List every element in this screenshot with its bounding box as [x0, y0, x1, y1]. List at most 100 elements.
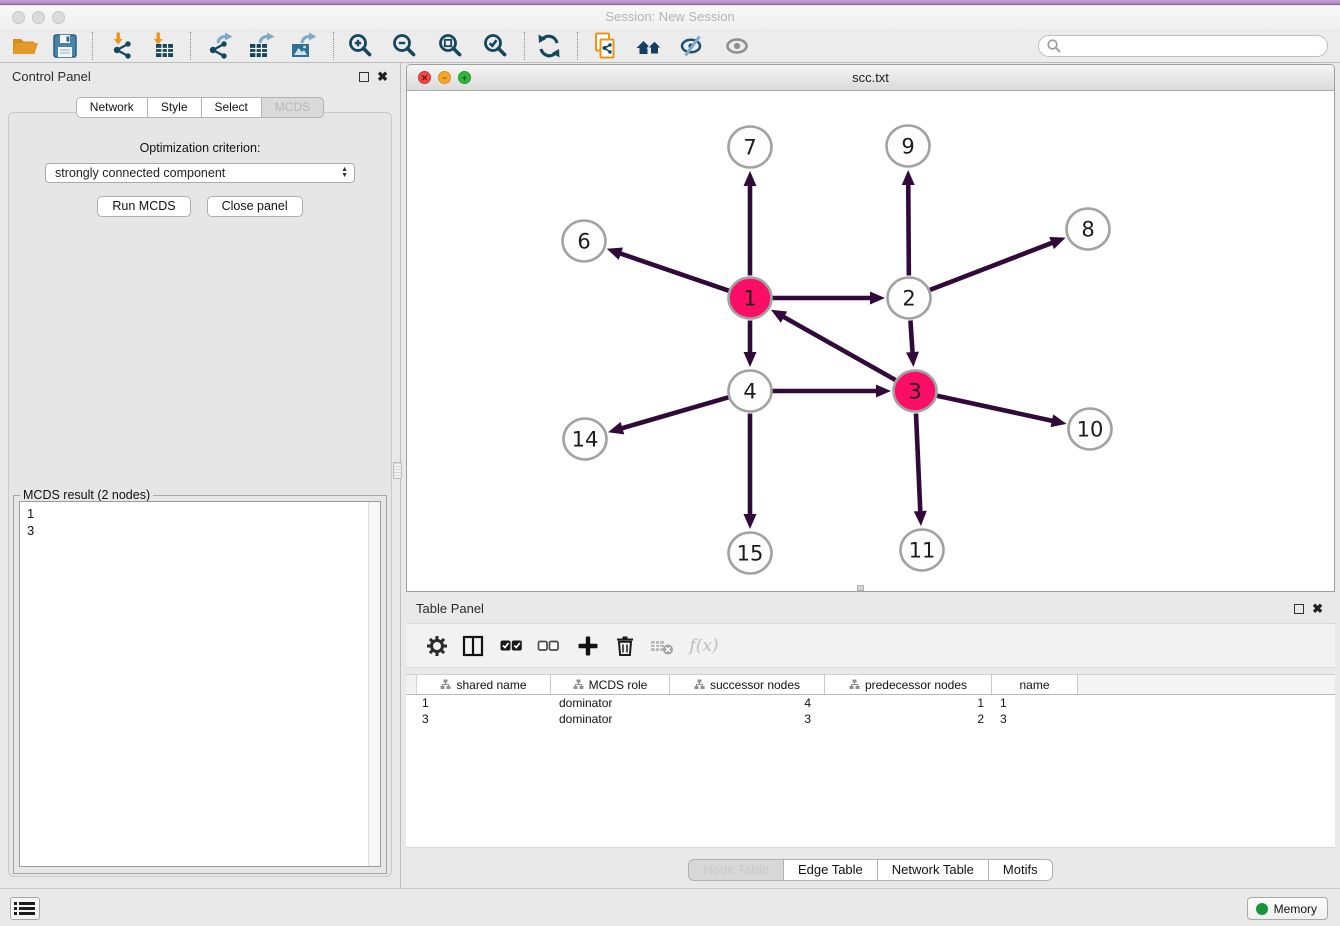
tab-edge-table[interactable]: Edge Table — [783, 859, 878, 881]
refresh-icon[interactable] — [534, 31, 564, 61]
column-header-MCDS-role[interactable]: MCDS role — [551, 675, 670, 694]
trash-icon[interactable] — [612, 633, 638, 659]
task-history-button[interactable] — [10, 897, 40, 920]
graph-node-14[interactable]: 14 — [564, 419, 607, 460]
window-title: Session: New Session — [0, 9, 1340, 24]
cell-predecessor-nodes[interactable]: 1 — [825, 696, 992, 710]
window-top-edge — [0, 0, 1340, 5]
float-table-panel-icon[interactable] — [1294, 604, 1304, 614]
node-label: 8 — [1081, 218, 1094, 242]
graph-edge-4-3[interactable] — [773, 385, 892, 398]
column-header-name[interactable]: name — [992, 675, 1078, 694]
homes-icon[interactable] — [634, 31, 664, 61]
tab-motifs[interactable]: Motifs — [988, 859, 1053, 881]
run-mcds-button[interactable]: Run MCDS — [97, 196, 190, 217]
import-table-icon[interactable] — [148, 31, 178, 61]
graph-edge-3-1[interactable] — [771, 310, 895, 380]
float-panel-icon[interactable] — [359, 72, 369, 82]
column-header-successor-nodes[interactable]: successor nodes — [670, 675, 825, 694]
panel-divider-handle[interactable] — [393, 462, 402, 479]
graph-edge-4-14[interactable] — [608, 397, 728, 434]
graph-node-2[interactable]: 2 — [888, 278, 931, 319]
export-table-icon[interactable] — [246, 31, 276, 61]
search-field[interactable] — [1038, 35, 1328, 57]
memory-button[interactable]: Memory — [1247, 897, 1328, 920]
tab-mcds[interactable]: MCDS — [261, 97, 324, 118]
show-eye-icon[interactable] — [722, 31, 752, 61]
graph-edge-2-9[interactable] — [902, 170, 915, 276]
export-image-icon[interactable] — [288, 31, 318, 61]
delete-table-icon[interactable] — [649, 633, 675, 659]
zoom-selected-icon[interactable] — [481, 31, 511, 61]
table-row[interactable]: 1dominator411 — [406, 695, 1335, 711]
graph-edge-3-11[interactable] — [914, 413, 927, 526]
column-layout-icon[interactable] — [460, 633, 486, 659]
graph-node-11[interactable]: 11 — [901, 530, 944, 571]
node-table: shared nameMCDS rolesuccessor nodesprede… — [406, 674, 1335, 848]
edge-arrowhead — [914, 511, 927, 526]
graph-edge-2-3[interactable] — [906, 320, 919, 367]
cell-successor-nodes[interactable]: 3 — [670, 712, 825, 726]
gear-icon[interactable] — [424, 633, 450, 659]
add-icon[interactable] — [575, 633, 601, 659]
cell-MCDS-role[interactable]: dominator — [551, 696, 670, 710]
graph-node-3[interactable]: 3 — [894, 371, 937, 412]
graph-edge-4-15[interactable] — [744, 414, 757, 530]
network-canvas[interactable]: 7 9 6 8 1 2 4 3 14 10 15 11 — [407, 91, 1334, 591]
column-label: name — [1019, 678, 1049, 692]
table-row[interactable]: 3dominator323 — [406, 711, 1335, 727]
zoom-in-icon[interactable] — [346, 31, 376, 61]
save-disk-icon[interactable] — [50, 31, 80, 61]
graph-node-6[interactable]: 6 — [563, 221, 606, 262]
export-network-icon[interactable] — [204, 31, 234, 61]
view-resize-handle[interactable] — [857, 585, 864, 591]
tab-style[interactable]: Style — [147, 97, 202, 118]
column-header-predecessor-nodes[interactable]: predecessor nodes — [825, 675, 992, 694]
graph-edge-1-4[interactable] — [744, 321, 757, 368]
cell-successor-nodes[interactable]: 4 — [670, 696, 825, 710]
graph-edge-1-7[interactable] — [744, 171, 757, 276]
mcds-result-box[interactable]: 13 — [19, 501, 381, 867]
tab-node-table[interactable]: Node Table — [688, 859, 784, 881]
cell-shared-name[interactable]: 1 — [417, 696, 551, 710]
tab-network[interactable]: Network — [76, 97, 148, 118]
cell-name[interactable]: 3 — [992, 712, 1078, 726]
graph-node-9[interactable]: 9 — [887, 126, 930, 167]
cell-predecessor-nodes[interactable]: 2 — [825, 712, 992, 726]
open-folder-icon[interactable] — [10, 31, 40, 61]
graph-node-8[interactable]: 8 — [1067, 209, 1110, 250]
search-input[interactable] — [1062, 37, 1327, 55]
mcds-pane: Optimization criterion: strongly connect… — [8, 112, 392, 877]
toolbar-separator — [190, 32, 191, 60]
network-window-titlebar[interactable]: ✕ − + scc.txt — [407, 65, 1334, 91]
import-network-icon[interactable] — [108, 31, 138, 61]
cell-shared-name[interactable]: 3 — [417, 712, 551, 726]
result-scrollbar[interactable] — [368, 502, 380, 866]
graph-node-15[interactable]: 15 — [729, 533, 772, 574]
graph-edge-1-6[interactable] — [607, 248, 729, 291]
tab-network-table[interactable]: Network Table — [877, 859, 989, 881]
select-all-icon[interactable] — [498, 633, 524, 659]
hide-eye-icon[interactable] — [678, 31, 708, 61]
tab-select[interactable]: Select — [201, 97, 262, 118]
result-line: 1 — [27, 505, 373, 522]
criterion-dropdown[interactable]: strongly connected component ▲▼ — [45, 163, 355, 183]
graph-edge-2-8[interactable] — [930, 237, 1066, 290]
deselect-all-icon[interactable] — [535, 633, 561, 659]
node-label: 7 — [743, 136, 756, 160]
graph-node-7[interactable]: 7 — [729, 127, 772, 168]
zoom-fit-icon[interactable] — [436, 31, 466, 61]
graph-node-1[interactable]: 1 — [729, 278, 772, 319]
graph-edge-3-10[interactable] — [937, 396, 1067, 427]
graph-edge-1-2[interactable] — [773, 292, 886, 305]
close-panel-button[interactable]: Close panel — [207, 196, 303, 217]
column-header-shared-name[interactable]: shared name — [417, 675, 551, 694]
graph-node-4[interactable]: 4 — [729, 371, 772, 412]
close-table-panel-icon[interactable]: ✖ — [1312, 601, 1323, 617]
cell-MCDS-role[interactable]: dominator — [551, 712, 670, 726]
cell-name[interactable]: 1 — [992, 696, 1078, 710]
graph-node-10[interactable]: 10 — [1069, 409, 1112, 450]
zoom-out-icon[interactable] — [390, 31, 420, 61]
close-panel-icon[interactable]: ✖ — [377, 69, 388, 85]
clone-network-icon[interactable] — [590, 31, 620, 61]
